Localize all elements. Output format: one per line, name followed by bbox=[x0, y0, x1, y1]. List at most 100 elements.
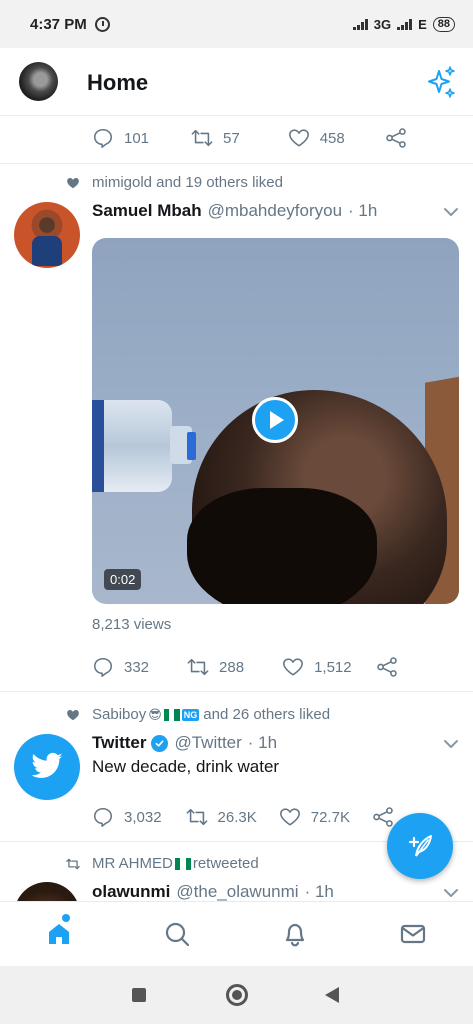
like-count: 72.7K bbox=[310, 808, 350, 826]
home-icon bbox=[49, 924, 69, 944]
tweet-divider bbox=[0, 691, 473, 692]
author-name[interactable]: Twitter bbox=[92, 733, 146, 753]
retweet-button[interactable]: 57 bbox=[191, 127, 240, 149]
social-context[interactable]: MR AHMED retweeted bbox=[66, 855, 259, 872]
author-name[interactable]: olawunmi bbox=[92, 882, 170, 902]
tweet-actions: 3,032 26.3K 72.7K bbox=[92, 806, 394, 828]
share-icon bbox=[373, 807, 393, 827]
tweet-time: · 1h bbox=[304, 882, 334, 901]
play-icon[interactable] bbox=[252, 397, 298, 443]
chevron-down-icon[interactable] bbox=[443, 207, 459, 217]
tab-messages[interactable] bbox=[399, 920, 427, 948]
like-count: 1,512 bbox=[314, 658, 352, 676]
nigeria-flag-icon bbox=[174, 857, 191, 870]
bottom-tab-bar bbox=[0, 901, 473, 966]
like-count: 458 bbox=[319, 129, 345, 147]
social-context-user: MR AHMED bbox=[92, 855, 173, 872]
tweet-header: olawunmi @the_olawunmi · 1h bbox=[92, 882, 334, 902]
ng-badge: NG bbox=[181, 708, 200, 721]
network-type-2: E bbox=[418, 16, 427, 32]
tab-search[interactable] bbox=[163, 920, 191, 948]
reply-count: 332 bbox=[124, 658, 150, 676]
heart-icon bbox=[288, 129, 309, 147]
share-button[interactable] bbox=[385, 127, 407, 149]
alarm-icon bbox=[94, 16, 110, 32]
reply-button[interactable]: 101 bbox=[92, 127, 149, 149]
tweet-time: · 1h bbox=[247, 733, 278, 752]
retweet-button[interactable]: 288 bbox=[187, 656, 244, 678]
share-button[interactable] bbox=[376, 656, 398, 678]
notifications-icon bbox=[285, 923, 305, 947]
tweet-header: Twitter @Twitter · 1h bbox=[92, 733, 277, 753]
reply-count: 3,032 bbox=[124, 808, 162, 826]
tweet-video[interactable]: 0:02 bbox=[92, 238, 459, 604]
like-button[interactable]: 1,512 bbox=[282, 656, 352, 678]
battery-indicator: 88 bbox=[432, 16, 455, 32]
social-context-text: mimigold and 19 others liked bbox=[92, 174, 283, 191]
recent-apps-icon[interactable] bbox=[132, 988, 146, 1002]
messages-icon bbox=[400, 924, 426, 944]
avatar[interactable] bbox=[14, 734, 80, 800]
tab-home[interactable] bbox=[45, 914, 73, 948]
social-context[interactable]: Sabiboy 😎 NG and 26 others liked bbox=[66, 706, 330, 723]
author-handle[interactable]: @the_olawunmi bbox=[176, 882, 298, 902]
retweet-icon bbox=[191, 129, 213, 147]
retweet-count: 57 bbox=[223, 129, 240, 147]
avatar[interactable] bbox=[14, 202, 80, 268]
video-scene bbox=[187, 488, 377, 604]
back-icon[interactable] bbox=[325, 987, 339, 1003]
retweet-small-icon bbox=[66, 858, 80, 869]
signal-icon bbox=[352, 18, 368, 30]
status-indicators: 3G E 88 bbox=[352, 16, 455, 32]
retweet-button[interactable]: 26.3K bbox=[186, 806, 257, 828]
tweet-header: Samuel Mbah @mbahdeyforyou · 1h bbox=[92, 201, 377, 221]
video-scene bbox=[92, 400, 104, 492]
page-title: Home bbox=[87, 70, 149, 95]
retweet-count: 288 bbox=[219, 658, 245, 676]
like-button[interactable]: 72.7K bbox=[279, 806, 350, 828]
sunglasses-emoji-icon: 😎 bbox=[148, 706, 162, 722]
status-bar: 4:37 PM 3G E 88 bbox=[0, 0, 473, 48]
video-duration: 0:02 bbox=[104, 569, 142, 590]
sparkle-icon[interactable] bbox=[425, 65, 457, 99]
home-button-icon[interactable] bbox=[226, 984, 248, 1006]
status-time: 4:37 PM bbox=[30, 15, 87, 33]
reply-button[interactable]: 332 bbox=[92, 656, 149, 678]
author-name[interactable]: Samuel Mbah bbox=[92, 201, 202, 221]
chevron-down-icon[interactable] bbox=[443, 739, 459, 749]
reply-count: 101 bbox=[124, 129, 150, 147]
reply-button[interactable]: 3,032 bbox=[92, 806, 162, 828]
compose-tweet-icon bbox=[408, 835, 432, 857]
tab-notifications[interactable] bbox=[281, 920, 309, 948]
heart-filled-icon bbox=[67, 177, 79, 188]
tweet-actions: 332 288 1,512 bbox=[92, 656, 398, 678]
tweet-text: New decade, drink water bbox=[92, 757, 280, 776]
author-handle[interactable]: @mbahdeyforyou bbox=[208, 201, 342, 221]
signal-icon-2 bbox=[397, 18, 413, 30]
system-nav-bar bbox=[0, 966, 473, 1024]
network-type: 3G bbox=[373, 16, 392, 32]
reply-icon bbox=[93, 807, 113, 827]
like-button[interactable]: 458 bbox=[288, 127, 345, 149]
tweet-divider bbox=[0, 163, 473, 164]
heart-icon bbox=[279, 808, 300, 826]
author-handle[interactable]: @Twitter bbox=[174, 733, 241, 753]
social-context-user: Sabiboy bbox=[92, 706, 147, 723]
chevron-down-icon[interactable] bbox=[443, 888, 459, 898]
retweet-count: 26.3K bbox=[217, 808, 257, 826]
verified-badge-icon bbox=[151, 734, 169, 752]
reply-icon bbox=[93, 657, 113, 677]
compose-tweet-button[interactable] bbox=[387, 813, 453, 879]
app-header: Home bbox=[0, 48, 473, 116]
video-scene bbox=[92, 400, 172, 492]
search-icon bbox=[165, 922, 190, 947]
social-context[interactable]: mimigold and 19 others liked bbox=[66, 174, 283, 191]
unread-dot bbox=[62, 914, 70, 922]
share-button[interactable] bbox=[372, 806, 394, 828]
twitter-bird-icon bbox=[31, 752, 63, 778]
tweet-actions: 101 57 458 bbox=[92, 127, 407, 149]
video-scene bbox=[187, 432, 196, 460]
tweet-time: · 1h bbox=[348, 201, 378, 220]
share-icon bbox=[376, 657, 397, 677]
profile-avatar[interactable] bbox=[19, 62, 58, 101]
